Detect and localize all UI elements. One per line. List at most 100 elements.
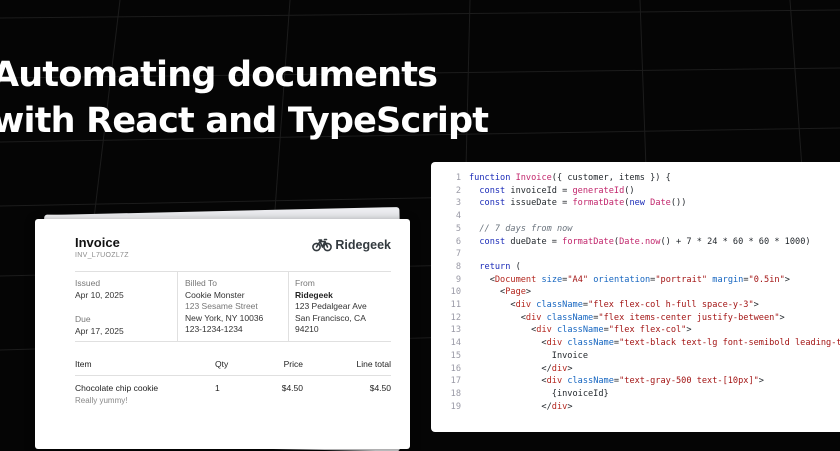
code-text: Invoice <box>469 350 588 361</box>
code-text: // 7 days from now <box>469 223 573 234</box>
divider <box>75 375 391 376</box>
from-section: From Ridegeek 123 Pedalgear Ave San Fran… <box>295 278 367 336</box>
invoice-id: INV_L7UOZL7Z <box>75 252 129 259</box>
code-line: 15 Invoice <box>431 350 840 363</box>
due-section: Due Apr 17, 2025 <box>75 314 124 337</box>
line-number: 13 <box>450 325 461 336</box>
issued-label: Issued <box>75 278 101 288</box>
divider <box>288 271 289 341</box>
headline-line-2: with React and TypeScript <box>0 101 489 141</box>
invoice-document: Invoice INV_L7UOZL7Z Ridegeek Issued Apr… <box>35 219 410 449</box>
code-text: const invoiceId = generateId() <box>479 185 635 196</box>
code-line: 12 <div className="flex items-center jus… <box>431 312 840 325</box>
code-line: 18 {invoiceId} <box>431 388 840 401</box>
line-number: 19 <box>450 401 461 412</box>
line-number: 15 <box>450 350 461 361</box>
column-header-price: Price <box>283 359 303 369</box>
code-text: </div> <box>469 401 573 412</box>
from-address2: San Francisco, CA <box>295 312 366 323</box>
billed-to-label: Billed To <box>185 278 217 288</box>
line-number: 7 <box>455 249 461 260</box>
billed-to-phone: 123-1234-1234 <box>185 324 243 334</box>
code-text: <Document size="A4" orientation="portrai… <box>469 274 790 285</box>
code-line: 13 <div className="flex flex-col"> <box>431 324 840 337</box>
line-number: 17 <box>450 376 461 387</box>
due-label: Due <box>75 314 91 324</box>
bicycle-icon <box>312 238 333 252</box>
code-text: <div className="flex flex-col h-full spa… <box>469 300 759 311</box>
row-item-note: Really yummy! <box>75 396 128 405</box>
column-header-qty: Qty <box>215 359 229 369</box>
code-text: <Page> <box>469 287 532 298</box>
from-label: From <box>295 278 315 288</box>
brand-logo: Ridegeek <box>312 238 391 252</box>
row-qty: 1 <box>215 383 220 393</box>
billed-to-address1: 123 Sesame Street <box>185 301 258 311</box>
code-line: 3 const issueDate = formatDate(new Date(… <box>431 197 840 210</box>
code-text: </div> <box>469 363 573 374</box>
line-number: 16 <box>450 363 461 374</box>
code-line: 8 return ( <box>431 261 840 274</box>
code-line: 17 <div className="text-gray-500 text-[1… <box>431 375 840 388</box>
divider <box>177 271 178 341</box>
line-number: 1 <box>455 173 461 183</box>
row-price: $4.50 <box>281 383 303 393</box>
billed-to-section: Billed To Cookie Monster 123 Sesame Stre… <box>185 278 263 336</box>
code-text: <div className="flex flex-col"> <box>469 325 692 336</box>
hero-headline: Automating documents with React and Type… <box>0 52 489 144</box>
headline-line-1: Automating documents <box>0 55 438 95</box>
code-text: <div className="flex items-center justif… <box>469 312 785 323</box>
code-line: 4 <box>431 210 840 223</box>
code-line: 6 const dueDate = formatDate(Date.now() … <box>431 236 840 249</box>
from-name: Ridegeek <box>295 289 333 300</box>
column-header-item: Item <box>75 359 92 369</box>
code-line: 16 </div> <box>431 363 840 376</box>
line-number: 4 <box>455 211 461 222</box>
code-line: 1 function Invoice({ customer, items }) { <box>431 172 840 185</box>
line-number: 8 <box>455 261 461 272</box>
line-number: 11 <box>450 300 461 311</box>
code-text: <div className="text-black text-lg font-… <box>469 338 840 349</box>
billed-to-address2: New York, NY 10036 <box>185 312 264 323</box>
code-listing: 1 function Invoice({ customer, items }) {… <box>431 172 840 413</box>
issued-date: Apr 10, 2025 <box>75 289 124 300</box>
code-line: 7 <box>431 248 840 261</box>
code-text: <div className="text-gray-500 text-[10px… <box>469 376 764 387</box>
code-line: 10 <Page> <box>431 286 840 299</box>
code-text: return ( <box>479 261 521 272</box>
row-item: Chocolate chip cookie <box>75 383 159 393</box>
code-line: 14 <div className="text-black text-lg fo… <box>431 337 840 350</box>
divider <box>75 341 391 342</box>
from-address1: 123 Pedalgear Ave <box>295 301 367 311</box>
row-line-total: $4.50 <box>369 383 391 393</box>
divider <box>75 271 391 272</box>
code-line: 9 <Document size="A4" orientation="portr… <box>431 274 840 287</box>
line-number: 9 <box>455 274 461 285</box>
code-text: function Invoice({ customer, items }) { <box>469 173 671 183</box>
line-number: 6 <box>455 236 461 247</box>
billed-to-name: Cookie Monster <box>185 289 245 300</box>
code-line: 11 <div className="flex flex-col h-full … <box>431 299 840 312</box>
line-number: 5 <box>455 223 461 234</box>
line-number: 3 <box>455 198 461 209</box>
issued-section: Issued Apr 10, 2025 <box>75 278 124 301</box>
brand-name: Ridegeek <box>335 238 391 252</box>
code-text: const dueDate = formatDate(Date.now() + … <box>479 236 811 247</box>
line-number: 12 <box>450 312 461 323</box>
line-number: 10 <box>450 287 461 298</box>
due-date: Apr 17, 2025 <box>75 325 124 336</box>
line-number: 2 <box>455 185 461 196</box>
code-editor: 1 function Invoice({ customer, items }) {… <box>431 162 840 432</box>
code-text: const issueDate = formatDate(new Date()) <box>479 198 687 209</box>
code-line: 19 </div> <box>431 401 840 414</box>
line-number: 18 <box>450 388 461 399</box>
column-header-line-total: Line total <box>356 359 392 369</box>
code-line: 5 // 7 days from now <box>431 223 840 236</box>
code-text: {invoiceId} <box>469 388 609 399</box>
code-line: 2 const invoiceId = generateId() <box>431 185 840 198</box>
from-zip: 94210 <box>295 324 319 334</box>
line-number: 14 <box>450 338 461 349</box>
invoice-title: Invoice <box>75 235 120 250</box>
